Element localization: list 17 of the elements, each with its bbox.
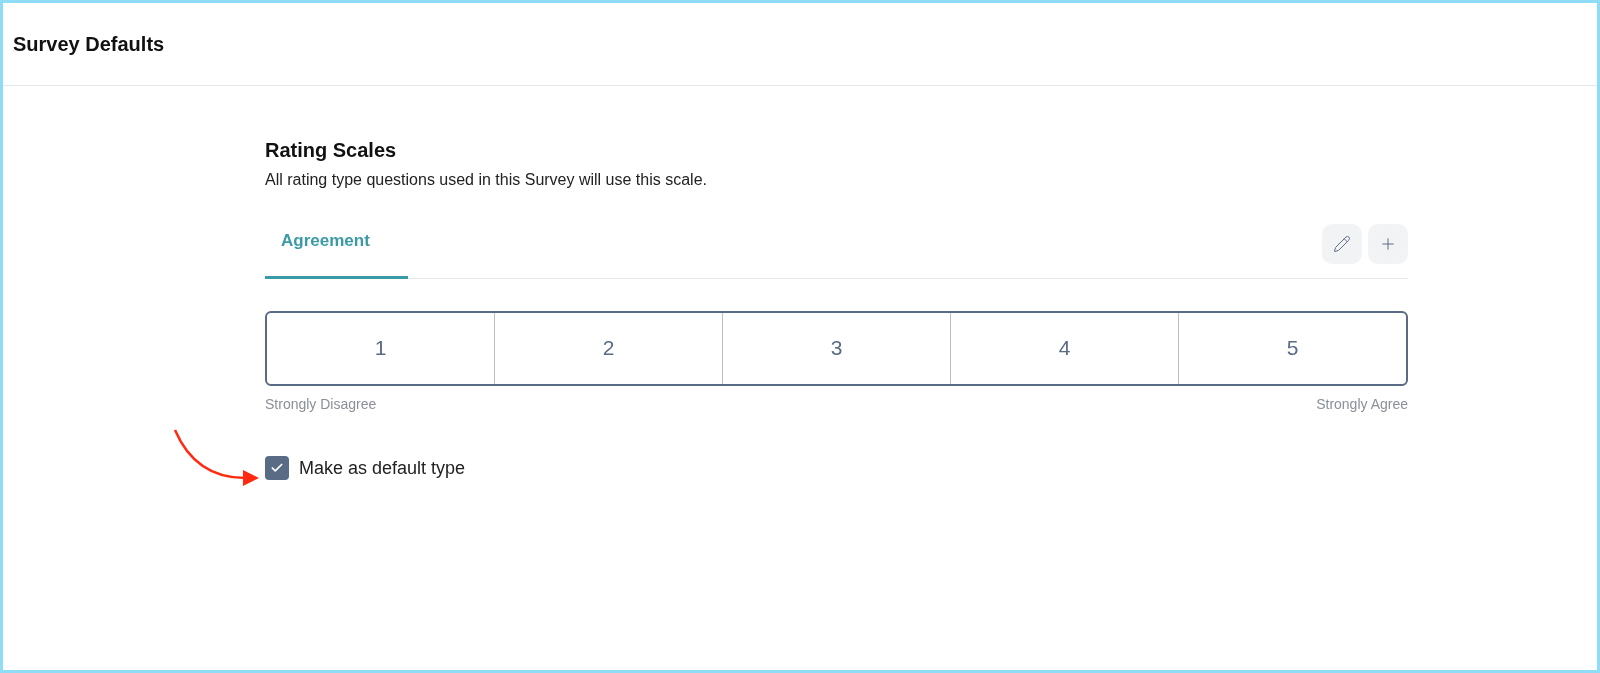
scale-option[interactable]: 3	[722, 312, 950, 384]
scale-option[interactable]: 5	[1178, 312, 1406, 384]
edit-button[interactable]	[1322, 223, 1362, 264]
section-title: Rating Scales	[265, 138, 398, 163]
page-title: Survey Defaults	[13, 32, 165, 57]
check-icon	[270, 461, 284, 475]
add-button[interactable]	[1368, 223, 1408, 264]
scale-tab[interactable]: Agreement	[265, 220, 408, 279]
min-label: Strongly Disagree	[265, 394, 377, 414]
pencil-icon	[1333, 234, 1351, 253]
checkbox-label: Make as default type	[299, 456, 466, 480]
section-description: All rating type questions used in this Survey will use this scale.	[265, 170, 708, 190]
max-label: Strongly Agree	[1316, 394, 1408, 414]
default-checkbox[interactable]	[265, 456, 289, 480]
scale-option[interactable]: 1	[267, 312, 494, 384]
scale-option[interactable]: 4	[950, 312, 1178, 384]
scale-option[interactable]: 2	[494, 312, 722, 384]
